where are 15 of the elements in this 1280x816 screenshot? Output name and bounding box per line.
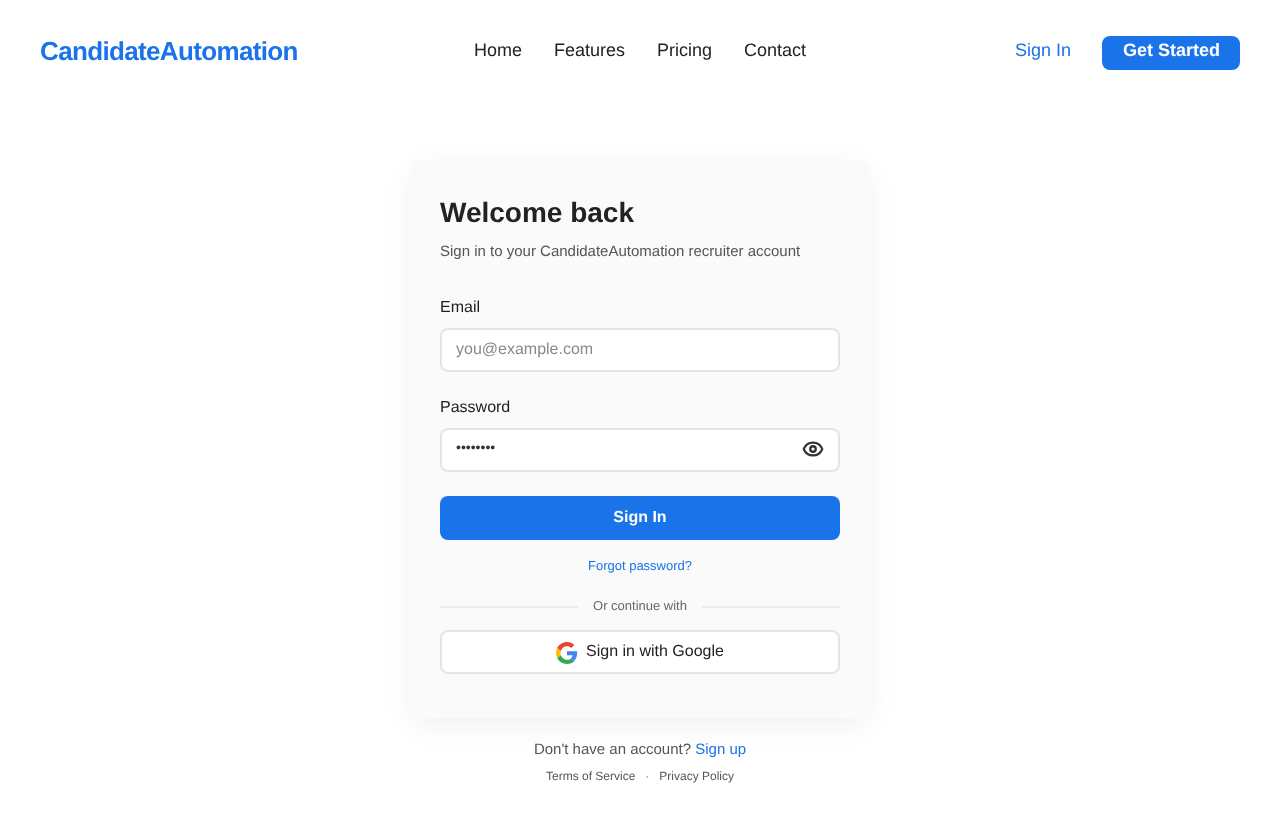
nav-link[interactable]: Pricing — [657, 38, 713, 66]
nav-link[interactable]: Features — [553, 38, 625, 66]
field-label: Email — [440, 295, 483, 320]
get-started-button[interactable]: Get Started — [1102, 35, 1240, 69]
google-sign-in-button[interactable]: Sign in with Google — [440, 630, 840, 675]
sign-in-button[interactable]: Sign In — [440, 495, 840, 540]
logo[interactable]: CandidateAutomation — [40, 32, 360, 72]
sign-in-link[interactable]: Sign In — [1014, 38, 1071, 66]
google-icon — [556, 641, 579, 664]
card-title: Welcome back — [440, 196, 637, 231]
nav-link[interactable]: Home — [473, 38, 522, 66]
email-field[interactable]: you@example.com — [440, 327, 840, 372]
field-label: Password — [440, 395, 513, 420]
eye-icon[interactable] — [802, 438, 824, 461]
nav-link[interactable]: Contact — [744, 38, 807, 66]
